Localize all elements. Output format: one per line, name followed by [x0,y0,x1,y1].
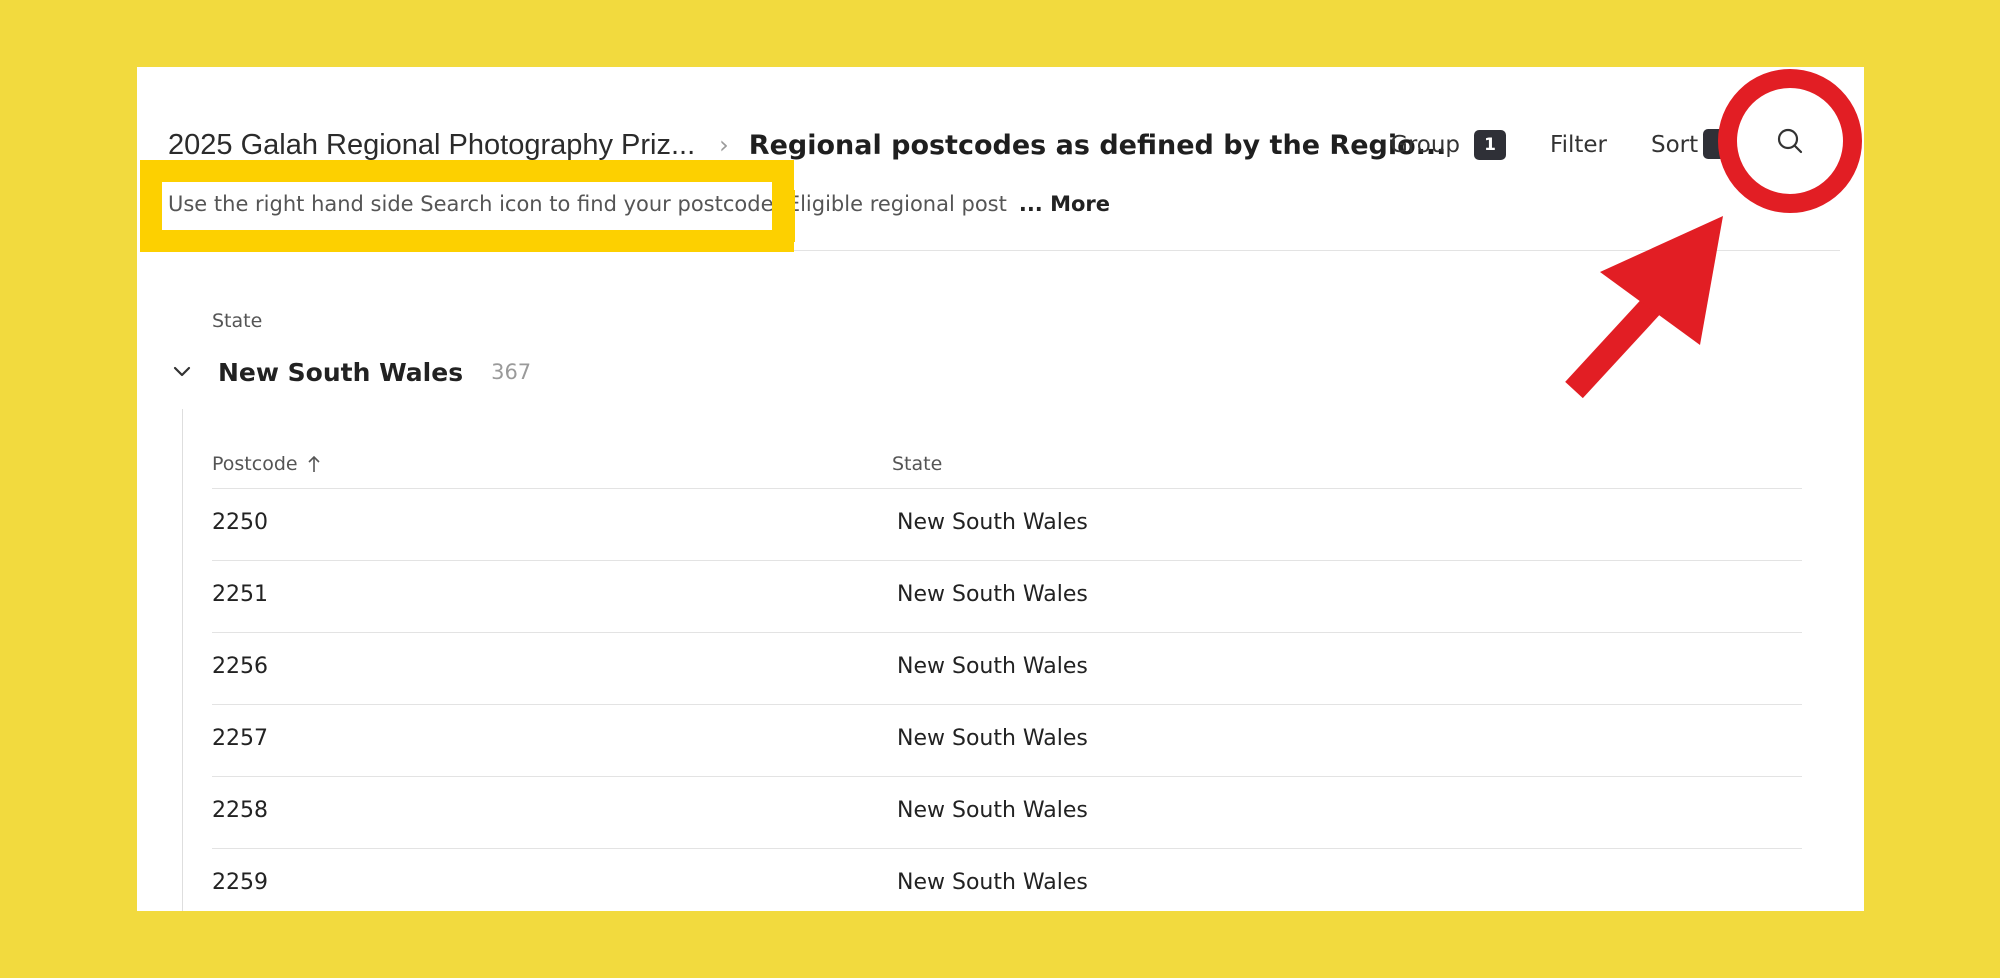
cell-postcode: 2258 [212,798,268,823]
breadcrumb: 2025 Galah Regional Photography Priz... … [168,125,1446,165]
filter-button[interactable]: Filter [1550,132,1607,158]
search-button[interactable] [1718,69,1862,213]
table-row[interactable]: 2258 New South Wales [212,777,1802,849]
column-header-label: State [892,453,943,475]
search-icon [1777,128,1803,154]
cell-postcode: 2259 [212,870,268,895]
table-header: Postcode State [212,445,1802,489]
sort-label: Sort [1651,132,1699,158]
breadcrumb-separator: › [719,131,729,159]
red-arrow-annotation [1565,216,1723,399]
group-count-badge: 1 [1474,130,1507,160]
page-title: Regional postcodes as defined by the Reg… [748,129,1447,161]
cell-state: New South Wales [897,726,1088,751]
cell-state: New South Wales [897,870,1088,895]
group-record-count: 367 [491,360,532,384]
cell-state: New South Wales [897,582,1088,607]
sort-button[interactable]: Sort [1651,132,1698,158]
group-button[interactable]: Group 1 [1390,130,1507,160]
more-link[interactable]: ... More [1019,192,1110,216]
cell-state: New South Wales [897,510,1088,535]
cell-state: New South Wales [897,798,1088,823]
highlight-annotation-edge [783,190,795,242]
arrow-up-icon [308,455,320,472]
table-row[interactable]: 2250 New South Wales [212,489,1802,561]
cell-state: New South Wales [897,654,1088,679]
cell-postcode: 2251 [212,582,268,607]
breadcrumb-parent[interactable]: 2025 Galah Regional Photography Priz... [168,129,695,162]
table-row[interactable]: 2256 New South Wales [212,633,1802,705]
cell-postcode: 2257 [212,726,268,751]
column-header-state[interactable]: State [892,453,942,475]
group-name: New South Wales [218,357,464,387]
records-table: Postcode State 2250 New South Wales 2251… [212,445,1802,911]
table-row[interactable]: 2251 New South Wales [212,561,1802,633]
group-label: Group [1390,132,1461,158]
column-header-label: Postcode [212,453,298,475]
cell-postcode: 2256 [212,654,268,679]
table-row[interactable]: 2257 New South Wales [212,705,1802,777]
group-header[interactable]: New South Wales 367 [168,352,531,392]
filter-label: Filter [1550,132,1607,158]
toolbar: Group 1 Filter Sort [1390,125,1698,165]
group-field-label: State [212,310,263,332]
chevron-down-icon[interactable] [168,358,196,386]
highlight-annotation-box [140,160,794,252]
group-rail [182,409,183,911]
cell-postcode: 2250 [212,510,268,535]
column-header-postcode[interactable]: Postcode [212,453,322,475]
table-row[interactable]: 2259 New South Wales [212,849,1802,911]
